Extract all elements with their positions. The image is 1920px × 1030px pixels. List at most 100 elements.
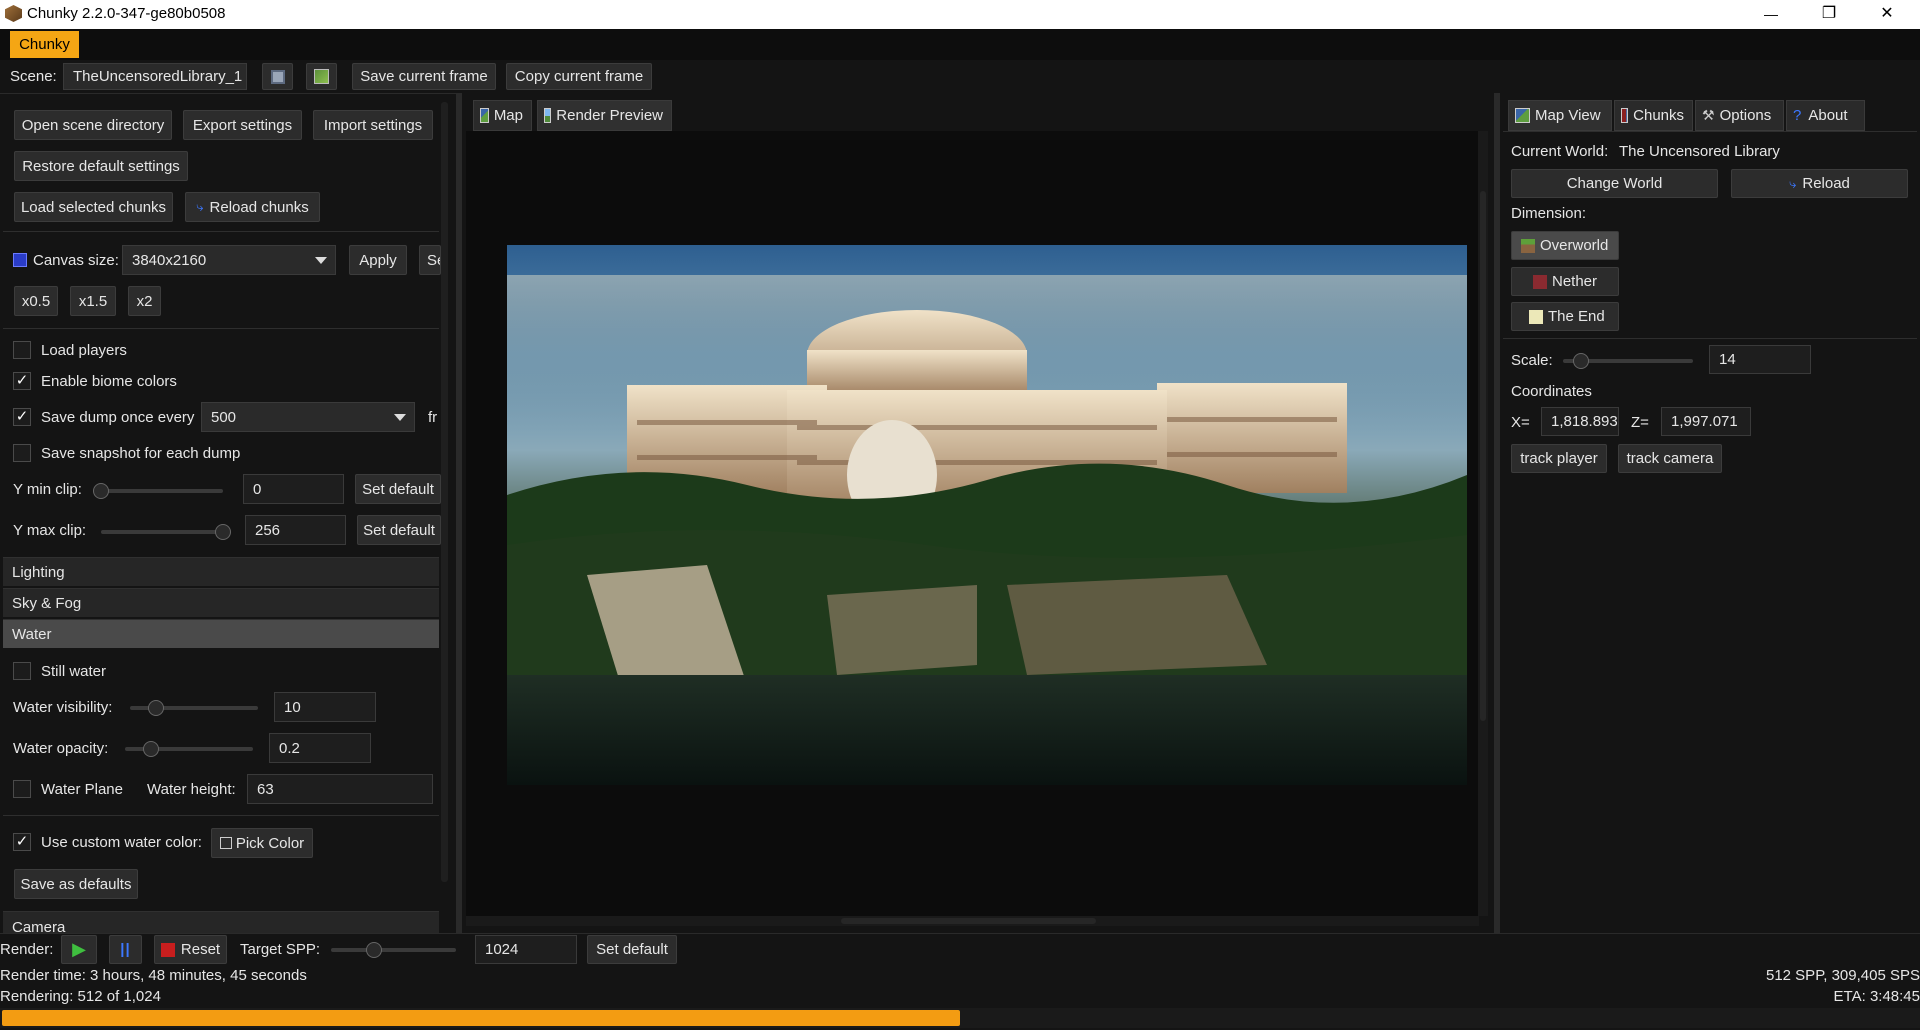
ymin-clip-slider[interactable] — [93, 483, 223, 499]
render-preview-image[interactable] — [507, 245, 1467, 785]
load-players-checkbox[interactable] — [13, 341, 31, 359]
import-settings-button[interactable]: Import settings — [313, 110, 433, 140]
target-spp-slider[interactable] — [331, 942, 456, 958]
divider — [1503, 131, 1917, 132]
z-coordinate-input[interactable]: 1,997.071 — [1661, 407, 1751, 436]
divider — [1503, 338, 1917, 339]
scrollbar-thumb[interactable] — [1480, 191, 1486, 721]
tab-chunks[interactable]: Chunks — [1614, 100, 1693, 131]
water-opacity-input[interactable]: 0.2 — [269, 733, 371, 763]
tab-render-preview[interactable]: Render Preview — [537, 100, 672, 131]
title-bar: Chunky 2.2.0-347-ge80b0508 — ❐ ✕ — [0, 0, 1920, 29]
ymax-clip-input[interactable]: 256 — [245, 515, 346, 545]
menu-chunky[interactable]: Chunky — [10, 31, 79, 58]
ymax-clip-slider[interactable] — [101, 524, 231, 540]
slider-knob[interactable] — [366, 942, 382, 958]
reload-chunks-label: Reload chunks — [209, 198, 309, 216]
section-camera[interactable]: Camera — [3, 911, 439, 933]
load-selected-chunks-button[interactable]: Load selected chunks — [14, 192, 173, 222]
target-spp-input[interactable]: 1024 — [475, 935, 577, 964]
enable-biome-colors-checkbox[interactable]: ✓ — [13, 372, 31, 390]
scale-x1.5-button[interactable]: x1.5 — [70, 286, 116, 316]
section-lighting[interactable]: Lighting — [3, 557, 439, 586]
tab-map[interactable]: Map — [473, 100, 532, 131]
scrollbar-thumb[interactable] — [841, 918, 1096, 924]
save-as-defaults-button[interactable]: Save as defaults — [14, 869, 138, 899]
dump-frequency-select[interactable]: 500 — [201, 402, 415, 432]
tab-map-view[interactable]: Map View — [1508, 100, 1612, 131]
scale-input[interactable]: 14 — [1709, 345, 1811, 374]
save-scene-button[interactable] — [262, 63, 293, 90]
slider-knob[interactable] — [93, 483, 109, 499]
pause-render-button[interactable]: || — [109, 935, 142, 964]
start-render-button[interactable]: ▶ — [61, 935, 97, 964]
pick-color-button[interactable]: Pick Color — [211, 828, 313, 858]
end-stone-icon — [1529, 309, 1543, 324]
scale-x0.5-button[interactable]: x0.5 — [14, 286, 58, 316]
section-sky-fog[interactable]: Sky & Fog — [3, 588, 439, 617]
section-water[interactable]: Water — [3, 619, 439, 648]
slider-knob[interactable] — [1573, 353, 1589, 369]
reset-render-button[interactable]: Reset — [154, 935, 227, 964]
custom-water-color-checkbox[interactable]: ✓ — [13, 833, 31, 851]
z-coordinate-label: Z= — [1631, 414, 1649, 431]
reload-icon: ⤷ — [196, 199, 204, 214]
canvas-size-extra-button[interactable]: Se — [419, 245, 441, 275]
eta-text: ETA: 3:48:45 — [1833, 988, 1920, 1005]
reload-chunks-button[interactable]: ⤷ Reload chunks — [185, 192, 320, 222]
ymin-set-default-button[interactable]: Set default — [355, 474, 441, 504]
track-camera-button[interactable]: track camera — [1618, 444, 1722, 473]
still-water-checkbox[interactable] — [13, 662, 31, 680]
still-water-label: Still water — [41, 663, 107, 680]
save-current-frame-button[interactable]: Save current frame — [352, 63, 496, 90]
tab-about[interactable]: ? About — [1786, 100, 1865, 131]
left-panel-scrollbar[interactable] — [441, 102, 448, 882]
reload-world-button[interactable]: ⤷ Reload — [1731, 169, 1908, 198]
slider-knob[interactable] — [215, 524, 231, 540]
dimension-the-end-button[interactable]: The End — [1511, 302, 1619, 331]
water-visibility-slider[interactable] — [130, 700, 258, 716]
scale-x2-button[interactable]: x2 — [128, 286, 161, 316]
scale-label: Scale: — [1511, 352, 1553, 369]
reset-label: Reset — [180, 941, 221, 958]
slider-knob[interactable] — [148, 700, 164, 716]
close-button[interactable]: ✕ — [1872, 2, 1902, 26]
water-plane-checkbox[interactable] — [13, 780, 31, 798]
restore-default-settings-button[interactable]: Restore default settings — [14, 151, 188, 181]
track-player-button[interactable]: track player — [1511, 444, 1607, 473]
save-dump-checkbox[interactable]: ✓ — [13, 408, 31, 426]
toolbar: Scene: TheUncensoredLibrary_1 Save curre… — [0, 60, 1920, 93]
tab-options[interactable]: ⚒ Options — [1695, 100, 1784, 131]
render-time-text: Render time: 3 hours, 48 minutes, 45 sec… — [0, 967, 307, 984]
ymin-clip-input[interactable]: 0 — [243, 474, 344, 504]
dimension-overworld-button[interactable]: Overworld — [1511, 231, 1619, 260]
map-icon — [480, 108, 489, 123]
preview-horizontal-scrollbar[interactable] — [466, 916, 1479, 926]
export-settings-button[interactable]: Export settings — [183, 110, 302, 140]
target-spp-set-default-button[interactable]: Set default — [587, 935, 677, 964]
x-coordinate-input[interactable]: 1,818.893 — [1541, 407, 1619, 436]
canvas-size-select[interactable]: 3840x2160 — [122, 245, 336, 275]
wrench-icon: ⚒ — [1702, 107, 1715, 123]
save-snapshot-checkbox[interactable] — [13, 444, 31, 462]
minimize-button[interactable]: — — [1756, 2, 1786, 26]
ymax-set-default-button[interactable]: Set default — [357, 515, 441, 545]
slider-knob[interactable] — [143, 741, 159, 757]
restore-button[interactable]: ❐ — [1814, 2, 1844, 26]
tab-chunks-label: Chunks — [1633, 107, 1684, 124]
scene-name-input[interactable]: TheUncensoredLibrary_1 — [63, 63, 247, 90]
water-visibility-input[interactable]: 10 — [274, 692, 376, 722]
water-height-input[interactable]: 63 — [247, 774, 433, 804]
preview-vertical-scrollbar[interactable] — [1478, 131, 1488, 916]
apply-button[interactable]: Apply — [349, 245, 407, 275]
enable-biome-colors-label: Enable biome colors — [41, 373, 177, 390]
scale-slider[interactable] — [1563, 353, 1693, 369]
change-world-button[interactable]: Change World — [1511, 169, 1718, 198]
water-opacity-slider[interactable] — [125, 741, 253, 757]
load-scene-button[interactable] — [306, 63, 337, 90]
tab-about-label: About — [1808, 107, 1848, 124]
copy-current-frame-button[interactable]: Copy current frame — [506, 63, 652, 90]
grass-block-icon — [1521, 238, 1535, 253]
dimension-nether-button[interactable]: Nether — [1511, 267, 1619, 296]
open-scene-directory-button[interactable]: Open scene directory — [14, 110, 172, 140]
